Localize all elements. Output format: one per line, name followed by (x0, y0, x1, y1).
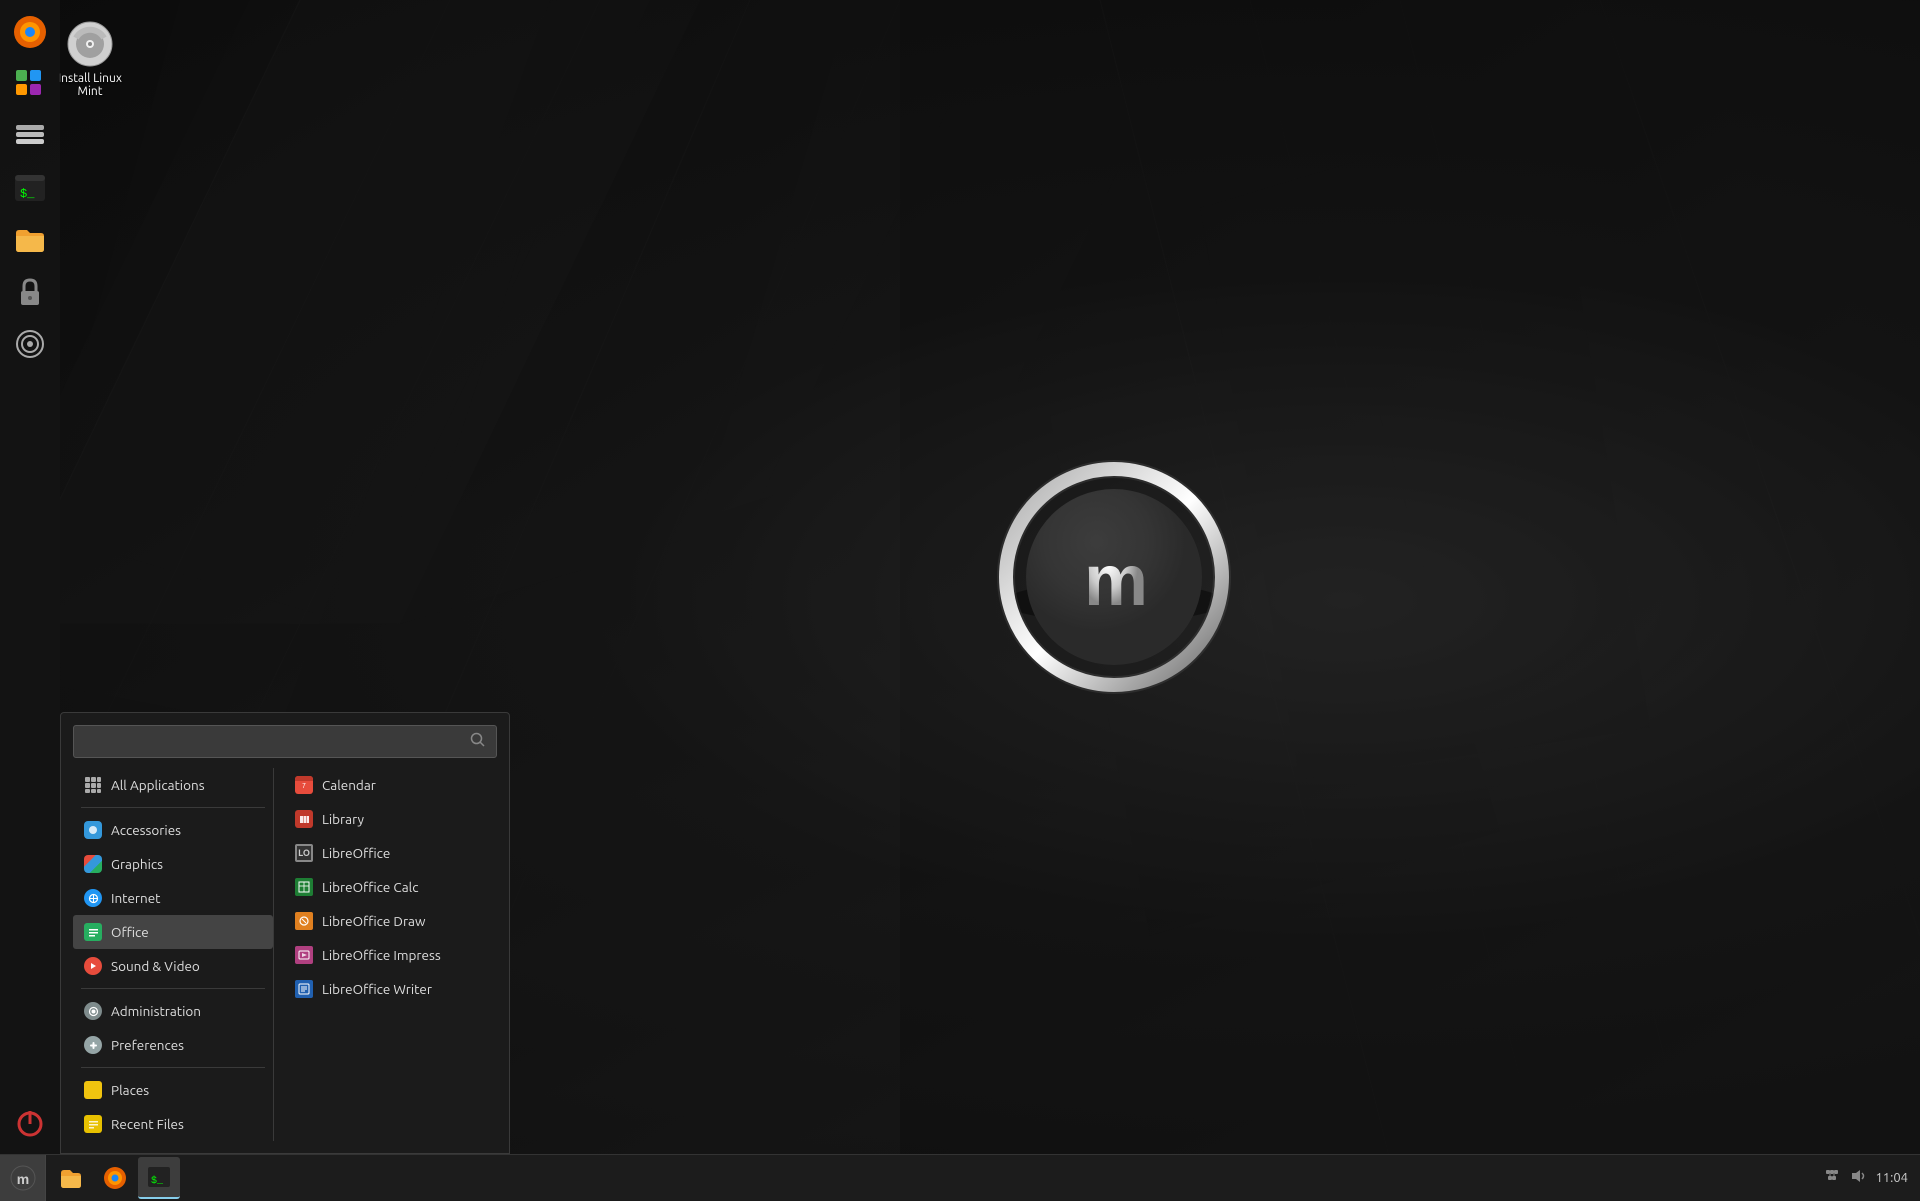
menu-item-administration[interactable]: Administration (73, 994, 273, 1028)
menu-separator-1 (81, 807, 265, 808)
menu-item-library[interactable]: Library (284, 802, 483, 836)
menu-item-libreoffice-impress[interactable]: LibreOffice Impress (284, 938, 483, 972)
menu-item-libreoffice-writer[interactable]: LibreOffice Writer (284, 972, 483, 1006)
menu-columns: All Applications Accessories (73, 768, 497, 1141)
administration-icon (83, 1001, 103, 1021)
accessories-label: Accessories (111, 822, 181, 838)
svg-text:m: m (16, 1171, 28, 1187)
menu-item-libreoffice-draw[interactable]: LibreOffice Draw (284, 904, 483, 938)
accessories-icon (83, 820, 103, 840)
left-sidebar: $_ (0, 0, 60, 1154)
search-bar[interactable] (73, 725, 497, 758)
calendar-icon: 7 (294, 775, 314, 795)
internet-icon (83, 888, 103, 908)
menu-separator-3 (81, 1067, 265, 1068)
office-icon (83, 922, 103, 942)
start-menu: All Applications Accessories (60, 712, 510, 1154)
libreoffice-draw-label: LibreOffice Draw (322, 913, 425, 929)
preferences-icon (83, 1035, 103, 1055)
office-label: Office (111, 924, 149, 940)
taskbar-files[interactable] (50, 1157, 92, 1199)
taskbar-terminal[interactable]: $_ (138, 1157, 180, 1199)
sidebar-grid[interactable] (8, 62, 52, 106)
menu-item-preferences[interactable]: Preferences (73, 1028, 273, 1062)
menu-item-libreoffice-calc[interactable]: LibreOffice Calc (284, 870, 483, 904)
all-apps-label: All Applications (111, 777, 205, 793)
libreoffice-label: LibreOffice (322, 845, 390, 861)
taskbar-apps: $_ (46, 1157, 1811, 1199)
libreoffice-calc-icon (294, 877, 314, 897)
svg-text:$_: $_ (151, 1175, 164, 1187)
taskbar: m $_ (0, 1154, 1920, 1200)
administration-label: Administration (111, 1003, 201, 1019)
menu-left: All Applications Accessories (73, 768, 273, 1141)
search-icon (470, 732, 486, 751)
menu-item-all-apps[interactable]: All Applications (73, 768, 273, 802)
start-button[interactable]: m (0, 1155, 46, 1201)
libreoffice-impress-label: LibreOffice Impress (322, 947, 441, 963)
network-icon[interactable] (1823, 1167, 1841, 1189)
menu-item-internet[interactable]: Internet (73, 881, 273, 915)
menu-item-office[interactable]: Office (73, 915, 273, 949)
calendar-label: Calendar (322, 777, 376, 793)
graphics-icon (83, 854, 103, 874)
menu-item-recent-files[interactable]: Recent Files (73, 1107, 273, 1141)
taskbar-firefox[interactable] (94, 1157, 136, 1199)
menu-item-places[interactable]: Places (73, 1073, 273, 1107)
menu-item-accessories[interactable]: Accessories (73, 813, 273, 847)
install-icon-label: Install Linux Mint (50, 72, 130, 98)
desktop: m Install Linux Mint (0, 0, 1920, 1200)
menu-item-calendar[interactable]: 7 Calendar (284, 768, 483, 802)
sound-video-icon (83, 956, 103, 976)
sidebar-folder[interactable] (8, 218, 52, 262)
sidebar-terminal[interactable]: $_ (8, 166, 52, 210)
sidebar-firefox[interactable] (8, 10, 52, 54)
internet-label: Internet (111, 890, 160, 906)
menu-item-sound-video[interactable]: Sound & Video (73, 949, 273, 983)
menu-item-libreoffice[interactable]: LO LibreOffice (284, 836, 483, 870)
libreoffice-icon: LO (294, 843, 314, 863)
places-icon (83, 1080, 103, 1100)
svg-text:$_: $_ (20, 187, 35, 201)
volume-icon[interactable] (1849, 1167, 1867, 1189)
sound-video-label: Sound & Video (111, 958, 200, 974)
taskbar-time: 11:04 (1875, 1171, 1908, 1185)
library-label: Library (322, 811, 364, 827)
search-input[interactable] (84, 734, 470, 750)
recent-files-icon (83, 1114, 103, 1134)
libreoffice-writer-icon (294, 979, 314, 999)
sidebar-lock[interactable] (8, 270, 52, 314)
sidebar-stack[interactable] (8, 114, 52, 158)
svg-text:m: m (1084, 541, 1144, 621)
libreoffice-draw-icon (294, 911, 314, 931)
menu-separator-2 (81, 988, 265, 989)
libreoffice-impress-icon (294, 945, 314, 965)
install-linux-mint-icon[interactable]: Install Linux Mint (50, 20, 130, 98)
libreoffice-calc-label: LibreOffice Calc (322, 879, 418, 895)
taskbar-right: 11:04 (1811, 1167, 1920, 1189)
menu-item-graphics[interactable]: Graphics (73, 847, 273, 881)
preferences-label: Preferences (111, 1037, 184, 1053)
sidebar-power[interactable] (8, 1100, 52, 1144)
graphics-label: Graphics (111, 856, 163, 872)
all-apps-icon (83, 775, 103, 795)
mint-logo: m (984, 457, 1244, 717)
sidebar-gyro[interactable] (8, 322, 52, 366)
library-icon (294, 809, 314, 829)
libreoffice-writer-label: LibreOffice Writer (322, 981, 432, 997)
recent-files-label: Recent Files (111, 1116, 184, 1132)
places-label: Places (111, 1082, 149, 1098)
disk-icon (66, 20, 114, 68)
menu-right: 7 Calendar Library (273, 768, 483, 1141)
